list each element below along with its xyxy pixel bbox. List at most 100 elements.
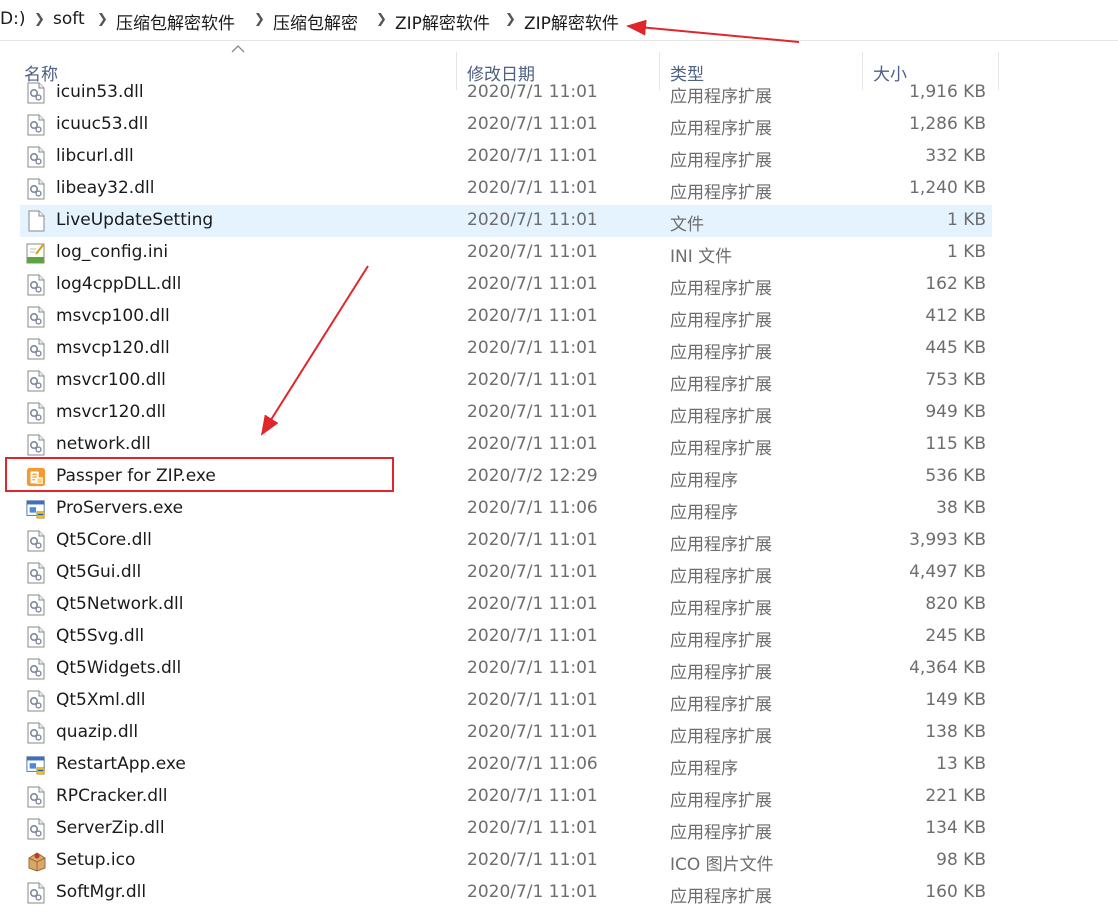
file-name: icuin53.dll [56,82,144,102]
file-modified-date: 2020/7/1 11:01 [467,850,598,870]
file-type: 应用程序扩展 [670,183,772,203]
file-row[interactable]: RestartApp.exe 2020/7/1 11:06 应用程序 13 KB [20,749,992,781]
file-name: RestartApp.exe [56,754,186,774]
chevron-right-icon[interactable]: ❯ [505,12,516,27]
file-modified-date: 2020/7/1 11:01 [467,274,598,294]
file-size: 3,993 KB [909,530,986,550]
file-modified-date: 2020/7/1 11:01 [467,818,598,838]
file-name: msvcp120.dll [56,338,170,358]
dll-icon [26,434,46,456]
file-row[interactable]: Setup.ico 2020/7/1 11:01 ICO 图片文件 98 KB [20,845,992,877]
file-size: 1 KB [946,242,986,262]
file-size: 1 KB [946,210,986,230]
file-type: 应用程序扩展 [670,375,772,395]
file-type: 应用程序扩展 [670,407,772,427]
file-row[interactable]: icuin53.dll 2020/7/1 11:01 应用程序扩展 1,916 KB [20,78,992,109]
file-modified-date: 2020/7/1 11:06 [467,498,598,518]
file-row[interactable]: SoftMgr.dll 2020/7/1 11:01 应用程序扩展 160 KB [20,877,992,909]
file-row[interactable]: libcurl.dll 2020/7/1 11:01 应用程序扩展 332 KB [20,141,992,173]
file-name: log4cppDLL.dll [56,274,182,294]
file-modified-date: 2020/7/1 11:01 [467,82,598,102]
file-row[interactable]: ProServers.exe 2020/7/1 11:06 应用程序 38 KB [20,493,992,525]
file-row[interactable]: Qt5Network.dll 2020/7/1 11:01 应用程序扩展 820 KB [20,589,992,621]
file-size: 1,916 KB [909,82,986,102]
breadcrumb-item-current-folder[interactable]: ZIP解密软件 [524,9,619,34]
file-row[interactable]: msvcp100.dll 2020/7/1 11:01 应用程序扩展 412 KB [20,301,992,333]
file-name: Qt5Network.dll [56,594,184,614]
file-modified-date: 2020/7/1 11:01 [467,882,598,902]
file-name: ProServers.exe [56,498,184,518]
file-type: 应用程序扩展 [670,279,772,299]
breadcrumb-item-drive[interactable]: D:) [0,9,25,29]
blank-file-icon [26,210,46,232]
file-size: 1,286 KB [909,114,986,134]
file-row[interactable]: Qt5Widgets.dll 2020/7/1 11:01 应用程序扩展 4,364 … [20,653,992,685]
file-name: icuuc53.dll [56,114,149,134]
file-name: RPCracker.dll [56,786,168,806]
file-modified-date: 2020/7/1 11:01 [467,242,598,262]
file-row[interactable]: msvcp120.dll 2020/7/1 11:01 应用程序扩展 445 KB [20,333,992,365]
chevron-right-icon[interactable]: ❯ [254,12,265,27]
dll-icon [26,274,46,296]
dll-icon [26,114,46,136]
file-row[interactable]: msvcr120.dll 2020/7/1 11:01 应用程序扩展 949 KB [20,397,992,429]
annotation-highlight-box [5,457,394,492]
breadcrumb-item-zip-decrypt-software[interactable]: ZIP解密软件 [395,9,490,34]
dll-icon [26,306,46,328]
file-size: 245 KB [925,626,986,646]
file-name: msvcr120.dll [56,402,166,422]
file-modified-date: 2020/7/1 11:01 [467,338,598,358]
file-row[interactable]: Qt5Svg.dll 2020/7/1 11:01 应用程序扩展 245 KB [20,621,992,653]
file-type: 应用程序 [670,759,738,779]
file-row[interactable]: libeay32.dll 2020/7/1 11:01 应用程序扩展 1,240 KB [20,173,992,205]
file-size: 134 KB [925,818,986,838]
file-row[interactable]: icuuc53.dll 2020/7/1 11:01 应用程序扩展 1,286 KB [20,109,992,141]
file-size: 162 KB [925,274,986,294]
file-name: quazip.dll [56,722,139,742]
dll-icon [26,402,46,424]
file-row[interactable]: msvcr100.dll 2020/7/1 11:01 应用程序扩展 753 KB [20,365,992,397]
chevron-right-icon[interactable]: ❯ [34,12,45,27]
file-row[interactable]: log4cppDLL.dll 2020/7/1 11:01 应用程序扩展 162 KB [20,269,992,301]
file-size: 98 KB [936,850,986,870]
dll-icon [26,370,46,392]
chevron-right-icon[interactable]: ❯ [97,12,108,27]
file-name: network.dll [56,434,151,454]
file-row[interactable]: RPCracker.dll 2020/7/1 11:01 应用程序扩展 221 KB [20,781,992,813]
file-name: Qt5Xml.dll [56,690,146,710]
file-size: 412 KB [925,306,986,326]
file-size: 536 KB [925,466,986,486]
file-type: 应用程序扩展 [670,119,772,139]
breadcrumb-item-archive-decrypt-software[interactable]: 压缩包解密软件 [116,9,235,34]
file-name: Qt5Core.dll [56,530,152,550]
file-type: 文件 [670,215,704,235]
file-modified-date: 2020/7/2 12:29 [467,466,598,486]
file-name: log_config.ini [56,242,169,262]
file-size: 332 KB [925,146,986,166]
file-size: 4,497 KB [909,562,986,582]
file-modified-date: 2020/7/1 11:01 [467,434,598,454]
file-type: 应用程序扩展 [670,791,772,811]
file-row[interactable]: Qt5Core.dll 2020/7/1 11:01 应用程序扩展 3,993 KB [20,525,992,557]
file-type: 应用程序扩展 [670,567,772,587]
file-row[interactable]: ServerZip.dll 2020/7/1 11:01 应用程序扩展 134 KB [20,813,992,845]
exe-icon [26,498,46,520]
file-row[interactable]: log_config.ini 2020/7/1 11:01 INI 文件 1 KB [20,237,992,269]
file-row[interactable]: Qt5Gui.dll 2020/7/1 11:01 应用程序扩展 4,497 KB [20,557,992,589]
file-name: ServerZip.dll [56,818,165,838]
file-modified-date: 2020/7/1 11:01 [467,626,598,646]
file-modified-date: 2020/7/1 11:01 [467,690,598,710]
file-modified-date: 2020/7/1 11:01 [467,370,598,390]
file-row[interactable]: quazip.dll 2020/7/1 11:01 应用程序扩展 138 KB [20,717,992,749]
breadcrumb-item-archive-decrypt[interactable]: 压缩包解密 [273,9,358,34]
file-name: Qt5Gui.dll [56,562,142,582]
file-type: 应用程序扩展 [670,439,772,459]
file-row[interactable]: LiveUpdateSetting 2020/7/1 11:01 文件 1 KB [20,205,992,237]
breadcrumb-item-soft[interactable]: soft [53,9,85,29]
file-size: 4,364 KB [909,658,986,678]
file-row[interactable]: Qt5Xml.dll 2020/7/1 11:01 应用程序扩展 149 KB [20,685,992,717]
dll-icon [26,722,46,744]
file-type: 应用程序扩展 [670,887,772,907]
ico-file-icon [26,850,46,872]
chevron-right-icon[interactable]: ❯ [376,12,387,27]
